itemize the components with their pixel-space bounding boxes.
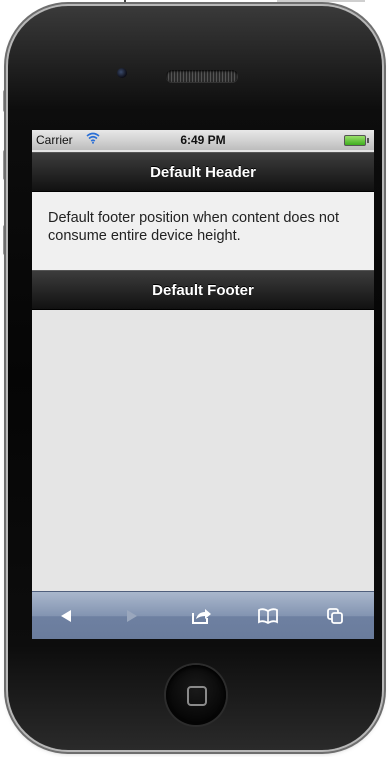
status-bar: Carrier 6:49 PM (32, 130, 374, 150)
page-header: Default Header (32, 152, 374, 192)
bookmarks-icon[interactable] (256, 605, 280, 627)
page-footer: Default Footer (32, 270, 374, 310)
share-icon[interactable] (189, 605, 213, 627)
battery-icon (344, 135, 369, 146)
page-content: Default footer position when content doe… (32, 192, 374, 270)
header-title: Default Header (150, 164, 256, 181)
home-button[interactable] (166, 665, 226, 725)
footer-title: Default Footer (152, 282, 254, 299)
forward-arrow-icon (120, 605, 144, 627)
device-screen: Carrier 6:49 PM Default Header Default f… (32, 130, 374, 639)
simulator-stage: Carrier 6:49 PM Default Header Default f… (0, 0, 390, 757)
tabs-icon[interactable] (323, 605, 347, 627)
cable-line (277, 0, 365, 2)
back-arrow-icon[interactable] (54, 605, 78, 627)
home-square-icon (187, 686, 207, 706)
earpiece-speaker (166, 70, 238, 82)
content-text: Default footer position when content doe… (48, 210, 339, 244)
clock-time: 6:49 PM (180, 133, 226, 147)
safari-toolbar (32, 591, 374, 639)
camera-icon (117, 68, 127, 78)
